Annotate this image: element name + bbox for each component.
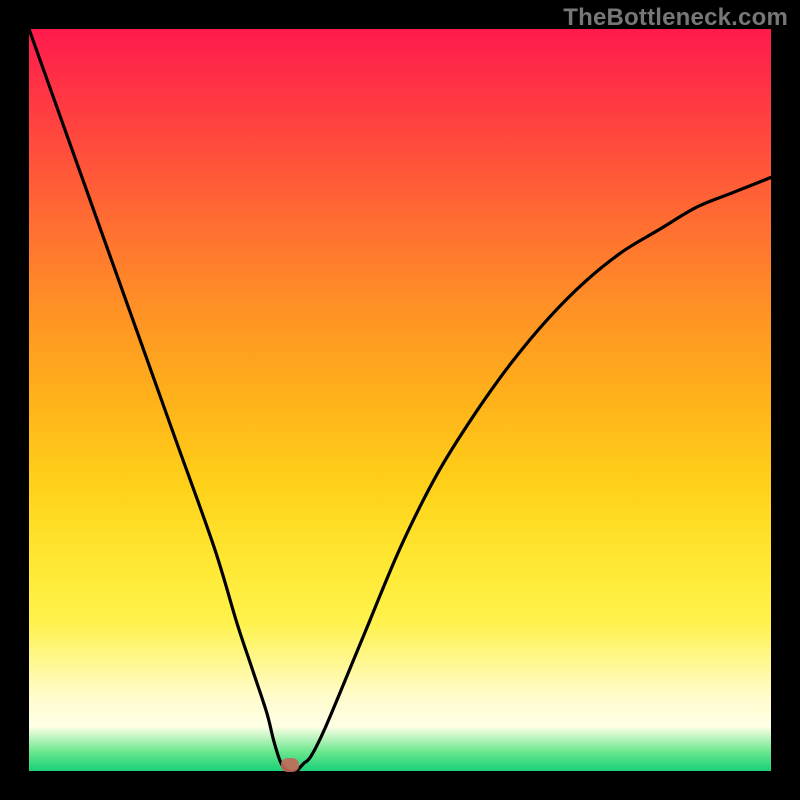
- bottleneck-curve: [29, 29, 771, 771]
- plot-area: [29, 29, 771, 771]
- watermark-text: TheBottleneck.com: [563, 4, 788, 32]
- optimal-point-marker: [281, 758, 299, 772]
- bottleneck-curve-svg: [29, 29, 771, 771]
- chart-frame: TheBottleneck.com: [0, 0, 800, 800]
